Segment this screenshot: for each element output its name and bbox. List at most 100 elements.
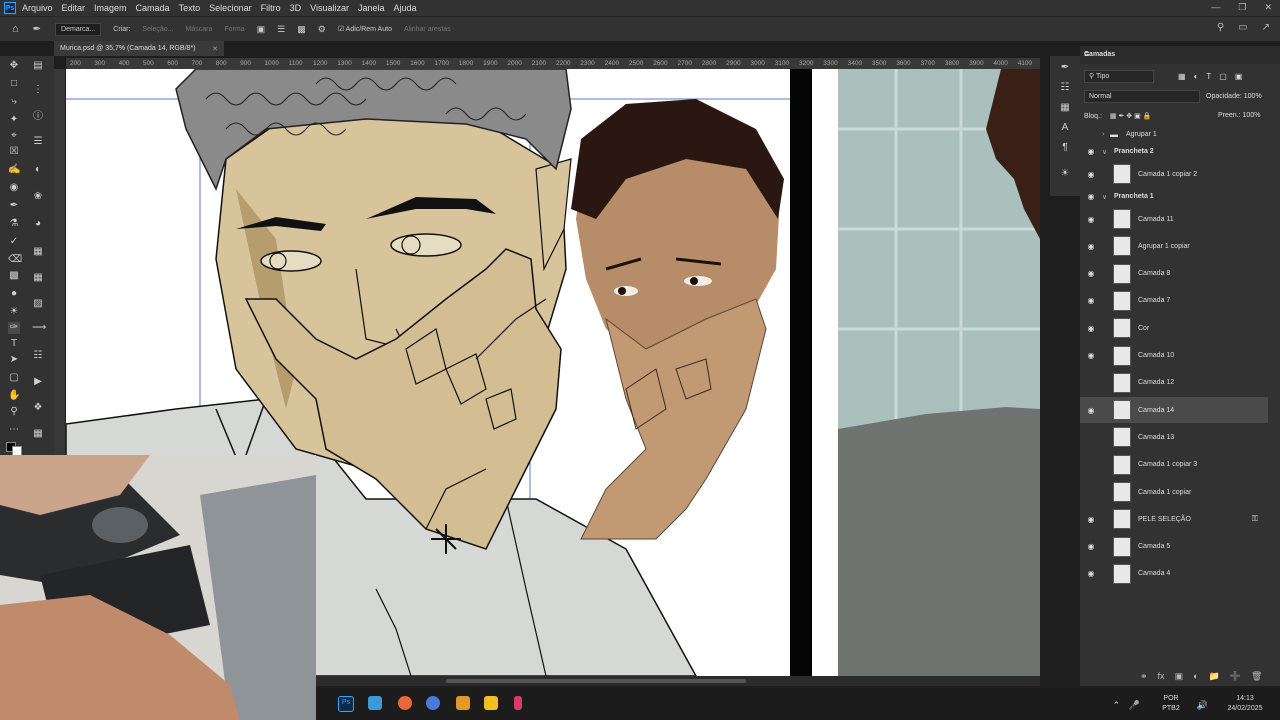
menu-selecionar[interactable]: Selecionar xyxy=(209,3,252,13)
adjustment-filter-icon[interactable]: ◐ xyxy=(1194,72,1199,81)
actions-play-icon[interactable]: ▶ xyxy=(32,376,44,388)
layer-row[interactable]: ◉ Camada 11 xyxy=(1080,206,1268,232)
figma-taskbar-icon[interactable] xyxy=(514,696,522,710)
add-mask-icon[interactable]: ▣ xyxy=(1175,671,1184,682)
pen-tool-icon[interactable]: ✑ xyxy=(8,322,20,334)
chevron-down-icon[interactable]: ∨ xyxy=(1102,148,1107,156)
layer-row[interactable]: ◉ Camada 5 xyxy=(1080,534,1268,560)
photoshop-taskbar-icon[interactable]: Ps xyxy=(338,696,354,712)
lasso-tool-icon[interactable]: ⤷ xyxy=(8,96,20,108)
visibility-eye-icon[interactable]: ◉ xyxy=(1086,515,1096,524)
clone-stamp-tool-icon[interactable]: ⚗ xyxy=(8,218,20,230)
fill-control[interactable]: Preen.: 100% xyxy=(1218,112,1260,119)
layer-style-icon[interactable]: fx xyxy=(1158,671,1165,682)
lock-pixels-icon[interactable]: ✒ xyxy=(1118,113,1124,120)
path-selection-tool-icon[interactable]: ➤ xyxy=(8,354,20,366)
eraser-tool-icon[interactable]: ⌫ xyxy=(8,254,22,266)
move-tool-icon[interactable]: ✥ xyxy=(8,60,20,72)
3d-icon[interactable]: ❖ xyxy=(32,402,44,414)
type-filter-icon[interactable]: T xyxy=(1206,72,1211,81)
layer-row[interactable]: ◉ Camada 14 xyxy=(1080,397,1268,424)
artboard-group-row[interactable]: ◉ ∨ Prancheta 1 xyxy=(1080,188,1268,205)
visibility-eye-icon[interactable]: ◉ xyxy=(1086,170,1096,179)
assistant-taskbar-icon[interactable] xyxy=(426,696,440,710)
layer-row[interactable]: ◉ Agrupar 1 copiar xyxy=(1080,233,1268,259)
fill-value[interactable]: 100% xyxy=(1243,112,1261,119)
hand-tool-icon[interactable]: ✋ xyxy=(8,390,20,402)
visibility-eye-icon[interactable]: ◉ xyxy=(1086,569,1096,578)
clone-source-icon[interactable]: ☷ xyxy=(1059,82,1071,94)
quick-selection-tool-icon[interactable]: ✦ xyxy=(8,114,20,126)
pen-tool-preset-icon[interactable]: ✒ xyxy=(33,24,41,35)
lock-all-icon[interactable]: 🔒 xyxy=(1143,113,1152,120)
chevron-down-icon[interactable]: ∨ xyxy=(1102,193,1107,201)
path-arrangement-icon[interactable]: ▩ xyxy=(297,24,306,35)
libraries-icon[interactable]: ▨ xyxy=(32,298,44,310)
blend-mode-select[interactable]: Normal xyxy=(1084,90,1200,103)
layer-group-row[interactable]: › ▬ Agrupar 1 xyxy=(1080,126,1268,143)
clock[interactable]: 14:13 24/02/2025 xyxy=(1220,694,1270,714)
visibility-eye-icon[interactable]: ◉ xyxy=(1086,542,1096,551)
opacity-control[interactable]: Opacidade: 100% xyxy=(1206,93,1262,100)
new-adjustment-icon[interactable]: ◐ xyxy=(1193,671,1198,682)
info-icon[interactable]: ⓘ xyxy=(32,111,44,123)
visibility-eye-icon[interactable]: ◉ xyxy=(1086,324,1096,333)
dodge-tool-icon[interactable]: ☀ xyxy=(8,306,20,318)
patterns-icon[interactable]: ▦ xyxy=(32,272,44,284)
link-layers-icon[interactable]: ⚭ xyxy=(1140,671,1148,682)
selection-button[interactable]: Seleção... xyxy=(142,26,173,33)
restore-icon[interactable]: ❐ xyxy=(1238,2,1246,13)
minimize-icon[interactable]: — xyxy=(1211,2,1220,13)
more-tools-icon[interactable]: ⋯ xyxy=(8,424,20,436)
brush-settings-icon[interactable]: ❀ xyxy=(32,191,44,203)
brush-tool-icon[interactable]: ✒ xyxy=(8,200,20,212)
settings-sun-icon[interactable]: ☀ xyxy=(1059,168,1071,180)
layer-row[interactable]: ◉ Camada 7 xyxy=(1080,288,1268,314)
path-operations-icon[interactable]: ▣ xyxy=(257,24,266,35)
path-alignment-icon[interactable]: ☰ xyxy=(277,24,285,35)
mask-button[interactable]: Máscara xyxy=(186,26,213,33)
layer-row[interactable]: Camada 12 xyxy=(1080,370,1268,396)
artboard-group-row[interactable]: ◉ ∨ Prancheta 2 xyxy=(1080,143,1268,160)
lock-position-icon[interactable]: ✥ xyxy=(1126,113,1132,120)
visibility-eye-icon[interactable]: ◉ xyxy=(1086,269,1096,278)
file-explorer-taskbar-icon[interactable] xyxy=(484,696,498,710)
auto-add-checkbox[interactable]: ☑ Adic/Rem Auto xyxy=(338,25,392,33)
menu-ajuda[interactable]: Ajuda xyxy=(394,3,417,13)
timeline-icon[interactable]: ▦ xyxy=(32,428,44,440)
visibility-eye-icon[interactable]: ◉ xyxy=(1086,296,1096,305)
notes-taskbar-icon[interactable] xyxy=(368,696,382,710)
gear-icon[interactable]: ⚙ xyxy=(318,24,326,35)
new-layer-icon[interactable]: ➕ xyxy=(1230,671,1241,682)
menu-imagem[interactable]: Imagem xyxy=(94,3,127,13)
blur-tool-icon[interactable]: ● xyxy=(8,288,20,300)
visibility-eye-icon[interactable]: ◉ xyxy=(1086,406,1096,415)
pixel-filter-icon[interactable]: ▦ xyxy=(1178,72,1186,81)
history-icon[interactable]: ☰ xyxy=(32,136,44,148)
swatches-icon[interactable]: ▦ xyxy=(32,246,44,258)
browser-taskbar-icon[interactable] xyxy=(398,696,412,710)
layer-row[interactable]: Camada 1 copiar xyxy=(1080,479,1268,505)
character-icon[interactable]: A xyxy=(1059,122,1071,134)
tray-chevron-icon[interactable]: ⌃ xyxy=(1112,700,1120,710)
visibility-eye-icon[interactable]: ◉ xyxy=(1086,215,1096,224)
opacity-value[interactable]: 100% xyxy=(1244,93,1262,100)
shape-button[interactable]: Forma xyxy=(224,26,244,33)
language-indicator[interactable]: POR PTB2 xyxy=(1156,694,1186,714)
share-icon[interactable]: ↗ xyxy=(1262,22,1270,33)
volume-icon[interactable]: 🔊 xyxy=(1197,700,1208,710)
healing-brush-tool-icon[interactable]: ◉ xyxy=(8,182,20,194)
color-wheel-icon[interactable]: ◕ xyxy=(32,218,44,230)
lock-transparency-icon[interactable]: ▦ xyxy=(1110,113,1117,120)
layer-row[interactable]: ◉ Cor xyxy=(1080,315,1268,341)
eyedropper-tool-icon[interactable]: ✍ xyxy=(8,164,20,176)
workspace-icon[interactable]: ▭ xyxy=(1238,22,1247,33)
delete-layer-icon[interactable]: 🗑 xyxy=(1251,671,1262,682)
layer-row[interactable]: Camada 13 xyxy=(1080,424,1268,450)
menu-filtro[interactable]: Filtro xyxy=(261,3,281,13)
paths-icon[interactable]: ⟶ xyxy=(32,322,46,334)
layer-row[interactable]: ◉ Camada 8 xyxy=(1080,261,1268,287)
chevron-right-icon[interactable]: › xyxy=(1102,131,1104,138)
menu-arquivo[interactable]: Arquivo xyxy=(22,3,53,13)
zoom-tool-icon[interactable]: ⚲ xyxy=(8,406,20,418)
